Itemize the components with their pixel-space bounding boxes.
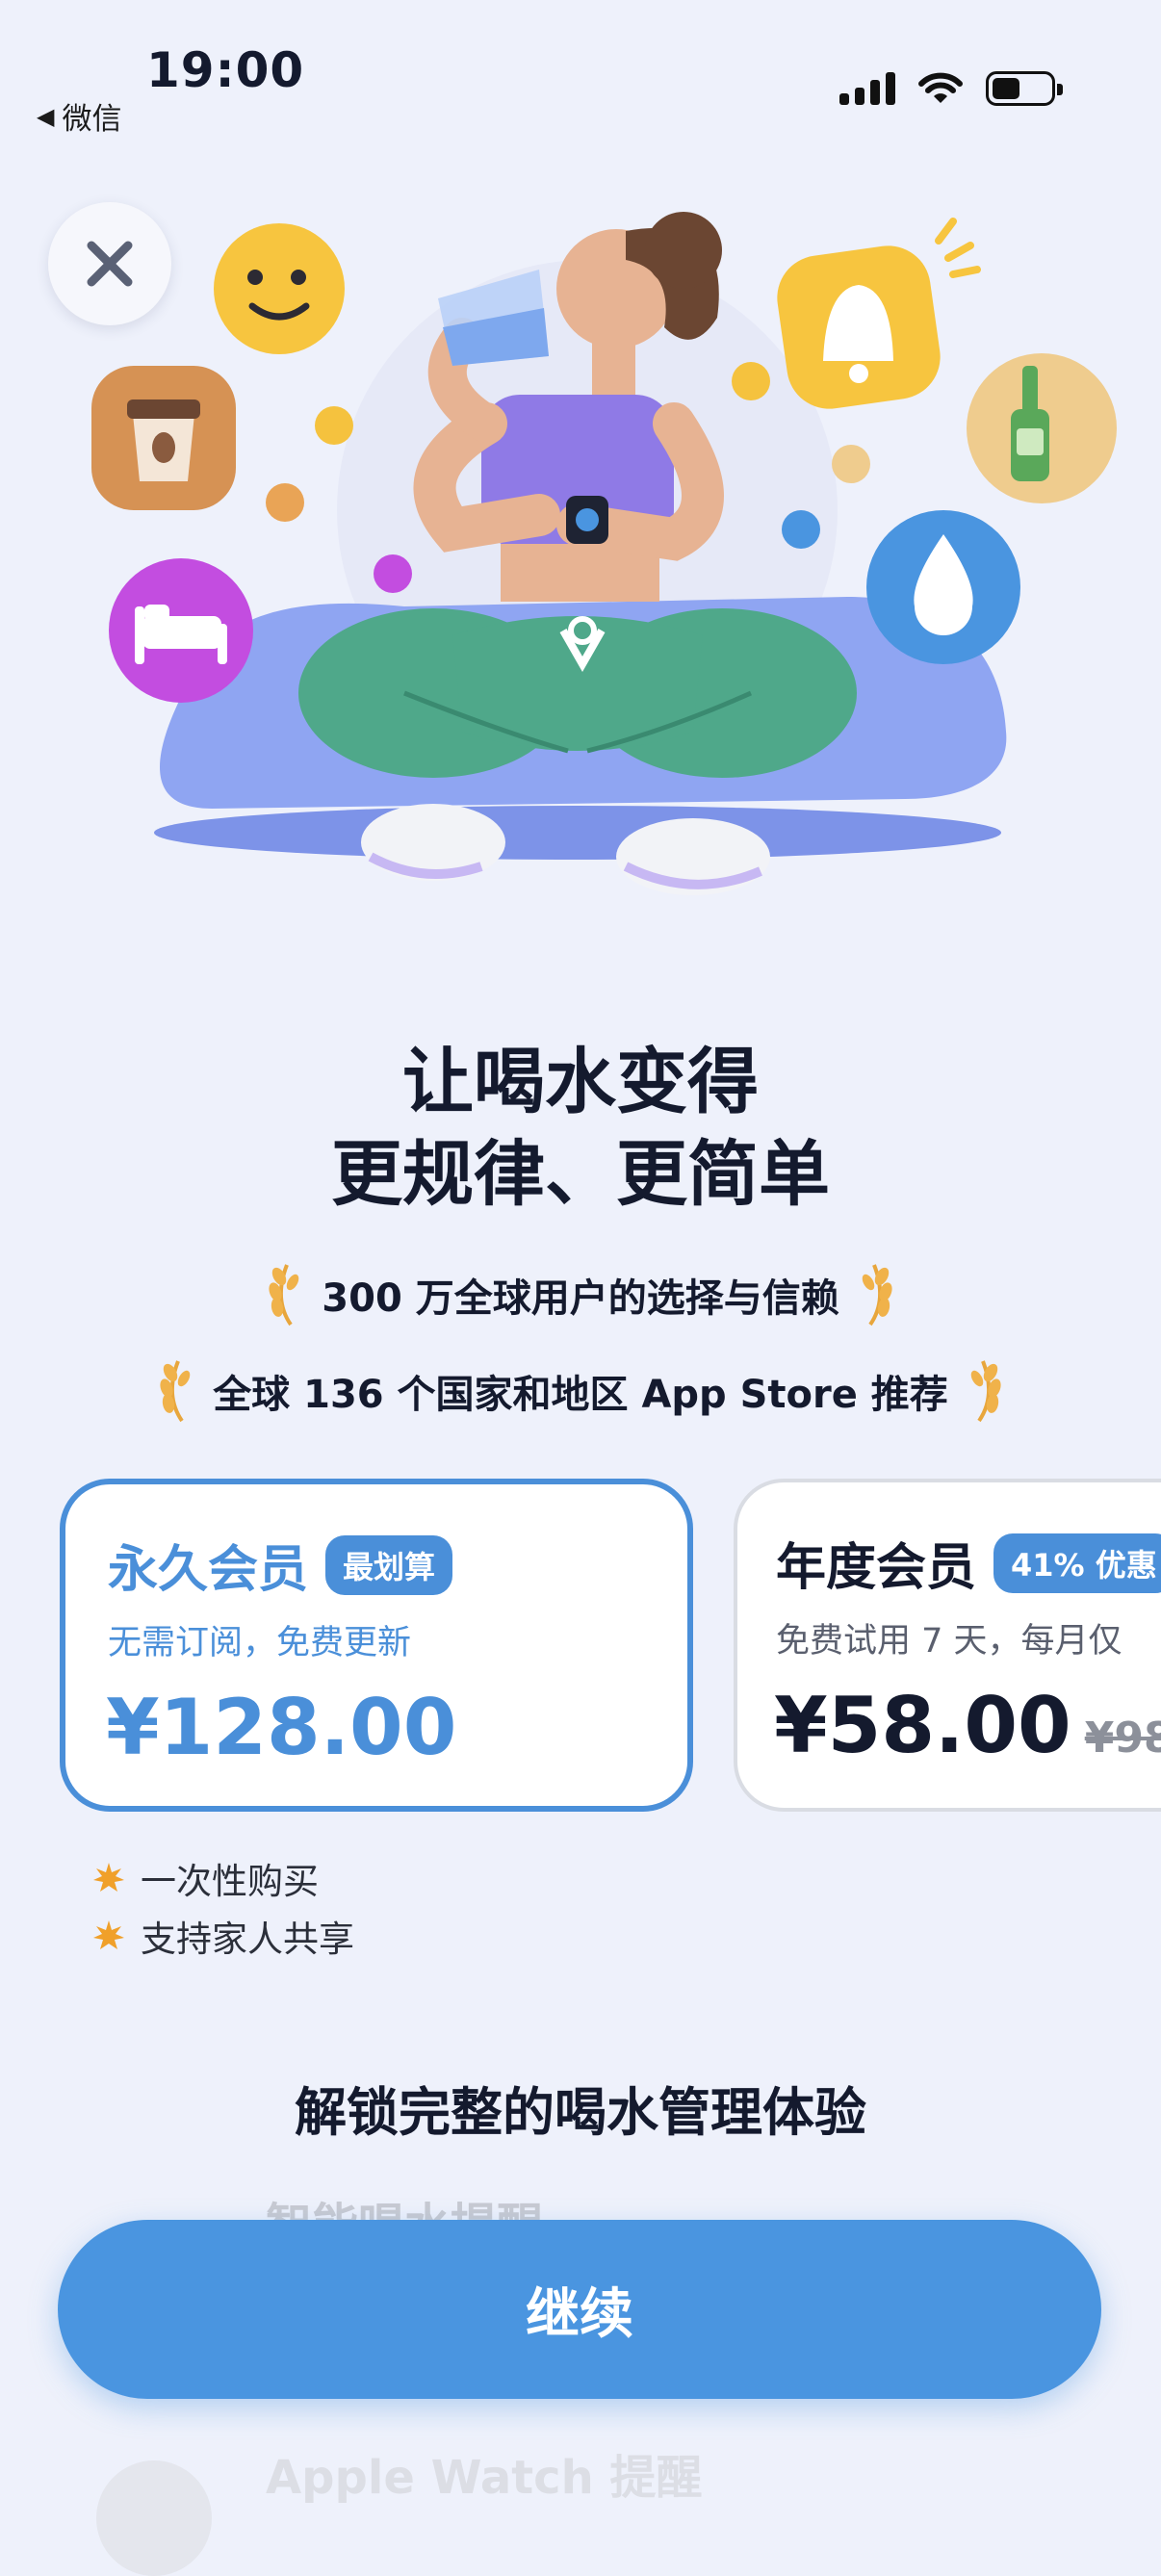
close-icon [87, 241, 133, 287]
smile-icon [214, 223, 345, 354]
plan-original-price: ¥98.0 [1084, 1713, 1161, 1763]
plan-card-yearly[interactable]: 年度会员 41% 优惠 免费试用 7 天，每月仅 ¥58.00 ¥98.0 [734, 1479, 1161, 1812]
trust-users-text: 300 万全球用户的选择与信赖 [322, 1276, 839, 1321]
plan-subtitle: 无需订阅，免费更新 [108, 1624, 412, 1662]
system-indicators [839, 71, 1063, 106]
plan-price: ¥58.00 [774, 1681, 1071, 1770]
coffee-icon [91, 366, 236, 510]
headline-line1: 让喝水变得 [402, 1041, 759, 1123]
hero-illustration [91, 212, 1117, 895]
trust-row-appstore: 全球 136 个国家和地区 App Store 推荐 [0, 1357, 1161, 1425]
bed-icon [109, 558, 253, 703]
trust-appstore-text: 全球 136 个国家和地区 App Store 推荐 [213, 1373, 948, 1417]
feature-item: 支持家人共享 [92, 1910, 354, 1962]
close-button[interactable] [48, 202, 171, 325]
feature-list-item-faded: Apple Watch 提醒 [266, 2451, 703, 2505]
plan-name: 年度会员 [776, 1539, 977, 1597]
laurel-left-icon [160, 1360, 191, 1423]
watch-icon [96, 2460, 212, 2576]
plan-subtitle: 免费试用 7 天，每月仅 [776, 1622, 1122, 1661]
back-triangle-icon: ◀ [37, 102, 55, 130]
battery-icon [986, 71, 1063, 106]
plan-card-lifetime[interactable]: 永久会员 最划算 无需订阅，免费更新 ¥128.00 [60, 1479, 693, 1812]
feature-text: 支持家人共享 [141, 1919, 354, 1960]
feature-item: 一次性购买 [92, 1852, 319, 1904]
headline-line2: 更规律、更简单 [331, 1133, 830, 1216]
plan-badge: 41% 优惠 [993, 1533, 1161, 1593]
wifi-icon [918, 72, 963, 103]
drop-icon [866, 510, 1020, 664]
feature-text: 一次性购买 [141, 1861, 319, 1902]
star-icon [93, 1863, 124, 1892]
continue-button[interactable]: 继续 [58, 2220, 1101, 2399]
status-bar: 19:00 ◀ 微信 [0, 0, 1161, 138]
star-icon [93, 1920, 124, 1949]
cellular-signal-icon [839, 72, 895, 105]
plan-price: ¥128.00 [106, 1683, 457, 1772]
back-to-app-link[interactable]: ◀ 微信 [37, 94, 121, 138]
unlock-title: 解锁完整的喝水管理体验 [295, 2082, 866, 2143]
back-app-label: 微信 [62, 102, 122, 137]
bottle-icon [967, 353, 1117, 503]
bell-icon [777, 218, 981, 409]
laurel-right-icon [862, 1264, 892, 1327]
laurel-left-icon [269, 1264, 299, 1327]
plan-name: 永久会员 [108, 1541, 309, 1599]
plan-badge: 最划算 [325, 1534, 453, 1595]
laurel-right-icon [970, 1360, 1001, 1423]
trust-row-users: 300 万全球用户的选择与信赖 [0, 1261, 1161, 1328]
status-time: 19:00 [146, 42, 305, 98]
